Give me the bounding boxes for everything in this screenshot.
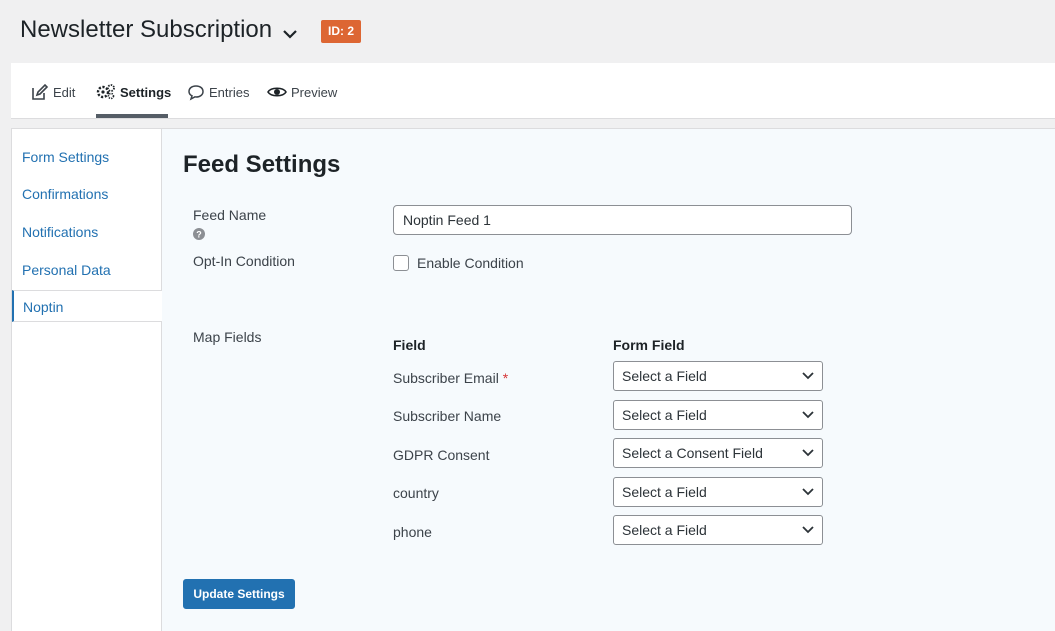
enable-condition-checkbox[interactable] bbox=[393, 255, 409, 271]
map-row-label: Subscriber Name bbox=[393, 408, 502, 424]
opt-in-condition-label: Opt-In Condition bbox=[193, 253, 295, 269]
toolbar-edit[interactable]: Edit bbox=[31, 81, 75, 103]
gdpr-consent-select[interactable]: Select a Consent Field bbox=[613, 438, 823, 468]
required-mark: * bbox=[502, 370, 509, 386]
toolbar-settings-label: Settings bbox=[120, 84, 172, 100]
toolbar-entries-label: Entries bbox=[209, 84, 250, 100]
comment-icon bbox=[188, 85, 204, 101]
country-select[interactable]: Select a Field bbox=[613, 477, 823, 507]
title-bar: Newsletter Subscription ID: 2 bbox=[0, 0, 1055, 63]
toolbar-edit-label: Edit bbox=[53, 84, 76, 100]
subscriber-email-select[interactable]: Select a Field bbox=[613, 361, 823, 391]
feed-name-input[interactable] bbox=[393, 205, 852, 235]
chevron-down-icon bbox=[802, 526, 814, 534]
map-row-label: phone bbox=[393, 524, 432, 540]
select-value: Select a Field bbox=[622, 522, 707, 538]
help-icon[interactable]: ? bbox=[193, 227, 205, 240]
field-column-header: Field bbox=[393, 337, 426, 353]
select-value: Select a Field bbox=[622, 368, 707, 384]
map-fields-label: Map Fields bbox=[193, 329, 262, 345]
page-title: Feed Settings bbox=[183, 151, 341, 178]
svg-text:?: ? bbox=[196, 230, 202, 240]
map-row-label: Subscriber Email * bbox=[393, 370, 508, 386]
chevron-down-icon bbox=[802, 488, 814, 496]
form-title: Newsletter Subscription bbox=[20, 16, 273, 43]
phone-select[interactable]: Select a Field bbox=[613, 515, 823, 545]
chevron-down-icon bbox=[802, 372, 814, 380]
settings-panel: Form Settings Confirmations Notification… bbox=[11, 128, 1055, 631]
form-id-badge: ID: 2 bbox=[321, 20, 362, 43]
sidebar-item-notifications[interactable]: Notifications bbox=[12, 216, 162, 248]
map-row-field-name: Subscriber Email bbox=[393, 370, 499, 386]
settings-sidebar: Form Settings Confirmations Notification… bbox=[12, 129, 162, 631]
map-row-label: GDPR Consent bbox=[393, 447, 490, 463]
select-value: Select a Field bbox=[622, 484, 707, 500]
toolbar-preview-label: Preview bbox=[291, 84, 338, 100]
feed-settings-content: Feed Settings Feed Name ? Opt-In Conditi… bbox=[162, 129, 1055, 631]
sidebar-item-noptin[interactable]: Noptin bbox=[12, 290, 162, 322]
edit-icon bbox=[32, 83, 49, 100]
gears-icon bbox=[96, 84, 115, 100]
sidebar-item-personal-data[interactable]: Personal Data bbox=[12, 254, 162, 286]
chevron-down-icon bbox=[802, 411, 814, 419]
subscriber-name-select[interactable]: Select a Field bbox=[613, 400, 823, 430]
form-toolbar: Edit Settings Entries Preview bbox=[11, 63, 1055, 119]
chevron-down-icon bbox=[802, 449, 814, 457]
toolbar-preview[interactable]: Preview bbox=[267, 81, 337, 103]
update-settings-button[interactable]: Update Settings bbox=[183, 579, 295, 609]
toolbar-entries[interactable]: Entries bbox=[187, 81, 249, 103]
select-value: Select a Consent Field bbox=[622, 445, 763, 461]
active-tab-indicator bbox=[96, 114, 168, 118]
form-field-column-header: Form Field bbox=[613, 337, 685, 353]
toolbar-settings[interactable]: Settings bbox=[96, 81, 171, 103]
select-value: Select a Field bbox=[622, 407, 707, 423]
feed-name-label: Feed Name bbox=[193, 207, 267, 223]
eye-icon bbox=[267, 87, 287, 97]
sidebar-item-confirmations[interactable]: Confirmations bbox=[12, 178, 162, 210]
enable-condition-label: Enable Condition bbox=[417, 255, 524, 271]
map-row-label: country bbox=[393, 485, 439, 501]
sidebar-item-form-settings[interactable]: Form Settings bbox=[12, 141, 162, 173]
chevron-down-icon[interactable] bbox=[280, 26, 300, 42]
